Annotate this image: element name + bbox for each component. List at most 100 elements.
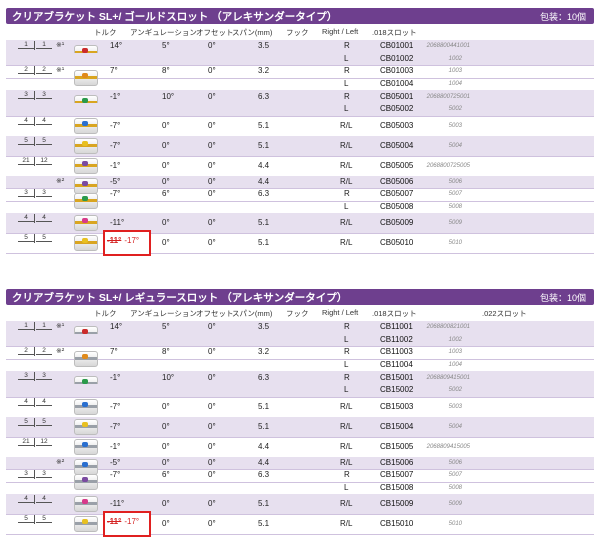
jan-code: 5010 — [448, 521, 462, 528]
jan-code: 5006 — [448, 178, 462, 185]
product-code: CB05006 — [380, 176, 414, 186]
product-code: CB11003 — [380, 347, 413, 357]
torque-value: 14° — [110, 322, 123, 332]
product-code: CB01003 — [380, 66, 414, 76]
span-value: 6.3 — [258, 470, 270, 480]
tooth-divider — [34, 470, 35, 480]
span-value: 5.1 — [258, 401, 270, 411]
jan-code: 1003 — [448, 68, 462, 75]
jan-code: 1004 — [448, 81, 462, 88]
torque-value: -7° — [110, 189, 121, 199]
angulation-value: 0° — [162, 499, 170, 509]
offset-value: 0° — [208, 41, 216, 51]
table-row: 21 12 -1° 0° 0° 4.4 R/L CB05005 2068800725005 — [6, 156, 594, 177]
footnote-mark: ※² — [56, 348, 65, 356]
jan-code: 5004 — [448, 423, 462, 430]
right-left-value: R — [344, 322, 350, 332]
tooth-right: 3 — [36, 189, 52, 198]
column-header-offset: オフセット — [196, 309, 234, 318]
column-header-slot018: .018スロット — [372, 309, 417, 318]
product-code: CB15005 — [380, 441, 414, 451]
jan-code: 5003 — [448, 403, 462, 410]
product-code: CB15010 — [380, 519, 414, 529]
offset-value: 0° — [208, 372, 216, 382]
bracket-image — [70, 232, 100, 252]
table-row: 3 3 -7° 6° 0° 6.3 R CB05007 5007 — [6, 188, 594, 210]
span-value: 5.1 — [258, 499, 270, 509]
column-header-rl: Right / Left — [322, 27, 359, 36]
jan-code: 5007 — [448, 191, 462, 198]
tooth-right: 1 — [36, 41, 52, 49]
bracket-image — [70, 493, 100, 513]
torque-value: -1° — [110, 91, 121, 101]
right-left-value: L — [344, 79, 349, 89]
column-header-hook: フック — [286, 28, 309, 37]
offset-value: 0° — [208, 189, 216, 199]
angulation-value: 0° — [162, 160, 170, 170]
tooth-left: 2 — [18, 66, 34, 75]
tooth-left: 3 — [18, 189, 34, 198]
tooth-number: 33 — [18, 91, 54, 102]
right-left-value: R/L — [340, 519, 353, 529]
table-row: 1 1 ※¹ 14° 5° 0° 3.5 R CB11001 2068800821001 — [6, 321, 594, 342]
span-value: 4.4 — [258, 441, 270, 451]
tooth-right: 4 — [36, 117, 52, 125]
jan-code: 5007 — [448, 472, 462, 479]
torque-value: -1° — [110, 441, 121, 451]
torque-value: -7° — [110, 140, 121, 150]
tooth-left: 2 — [18, 347, 34, 356]
right-left-value: R — [344, 372, 350, 382]
tooth-divider — [34, 372, 35, 382]
tooth-number: 11 — [18, 322, 54, 333]
tooth-divider — [34, 397, 35, 407]
right-left-value: L — [344, 53, 349, 63]
footnote-mark: ※¹ — [56, 42, 65, 49]
table-row: ※² -5° 0° 0° 4.4 R/L CB05006 5006 — [6, 175, 594, 194]
column-header-torque: トルク — [94, 28, 117, 37]
tooth-left: 1 — [18, 41, 34, 49]
bracket-color-mark — [82, 461, 88, 467]
product-code: CB01001 — [380, 41, 414, 51]
span-value: 3.5 — [258, 322, 270, 332]
offset-value: 0° — [208, 140, 216, 150]
span-value: 5.1 — [258, 421, 270, 431]
right-left-value: R — [344, 41, 350, 51]
table-row: 4 4 -7° 0° 0° 5.1 R/L CB15003 5003 — [6, 397, 594, 418]
span-value: 4.4 — [258, 176, 270, 186]
tooth-divider — [34, 41, 35, 50]
product-code: CB05003 — [380, 120, 414, 130]
right-left-value: R — [344, 66, 350, 76]
column-header-angulation: アンギュレーション — [130, 309, 197, 318]
product-code: CB15002 — [380, 385, 414, 395]
torque-value: 7° — [110, 347, 118, 357]
right-left-value: R/L — [340, 499, 353, 509]
tooth-right: 3 — [36, 372, 52, 381]
product-code: CB15009 — [380, 499, 414, 509]
tooth-number: 11 — [18, 41, 54, 52]
tooth-left: 21 — [18, 438, 34, 446]
tooth-divider — [34, 437, 35, 447]
angulation-value: 5° — [162, 322, 170, 332]
tooth-right: 5 — [36, 418, 52, 426]
tooth-number: 44 — [18, 116, 54, 128]
table-row: L CB11004 1004 — [6, 359, 594, 373]
product-code: CB01004 — [380, 79, 414, 89]
span-value: 5.1 — [258, 519, 270, 529]
catalog-section: クリアブラケット SL+/ ゴールドスロット （アレキサンダータイプ） 包装：10… — [0, 8, 600, 278]
column-header-span: スパン(mm) — [232, 28, 273, 37]
section-title-bar: クリアブラケット SL+/ レギュラースロット （アレキサンダータイプ） 包装：1… — [6, 289, 594, 305]
torque-correction: -11° -17° — [107, 235, 139, 247]
tooth-right: 4 — [36, 214, 52, 223]
span-value: 5.1 — [258, 218, 270, 228]
bracket-color-mark — [82, 421, 88, 427]
offset-value: 0° — [208, 91, 216, 101]
torque-correction: -11° -17° — [107, 516, 139, 528]
span-value: 3.5 — [258, 41, 270, 51]
product-code: CB05009 — [380, 218, 414, 228]
right-left-value: L — [344, 334, 349, 344]
bracket-image — [70, 155, 100, 175]
tooth-divider — [34, 417, 35, 427]
tooth-number: 22 — [18, 347, 54, 358]
bracket-image — [70, 212, 100, 232]
table-row: 21 12 -1° 0° 0° 4.4 R/L CB15005 2068809415005 — [6, 437, 594, 458]
